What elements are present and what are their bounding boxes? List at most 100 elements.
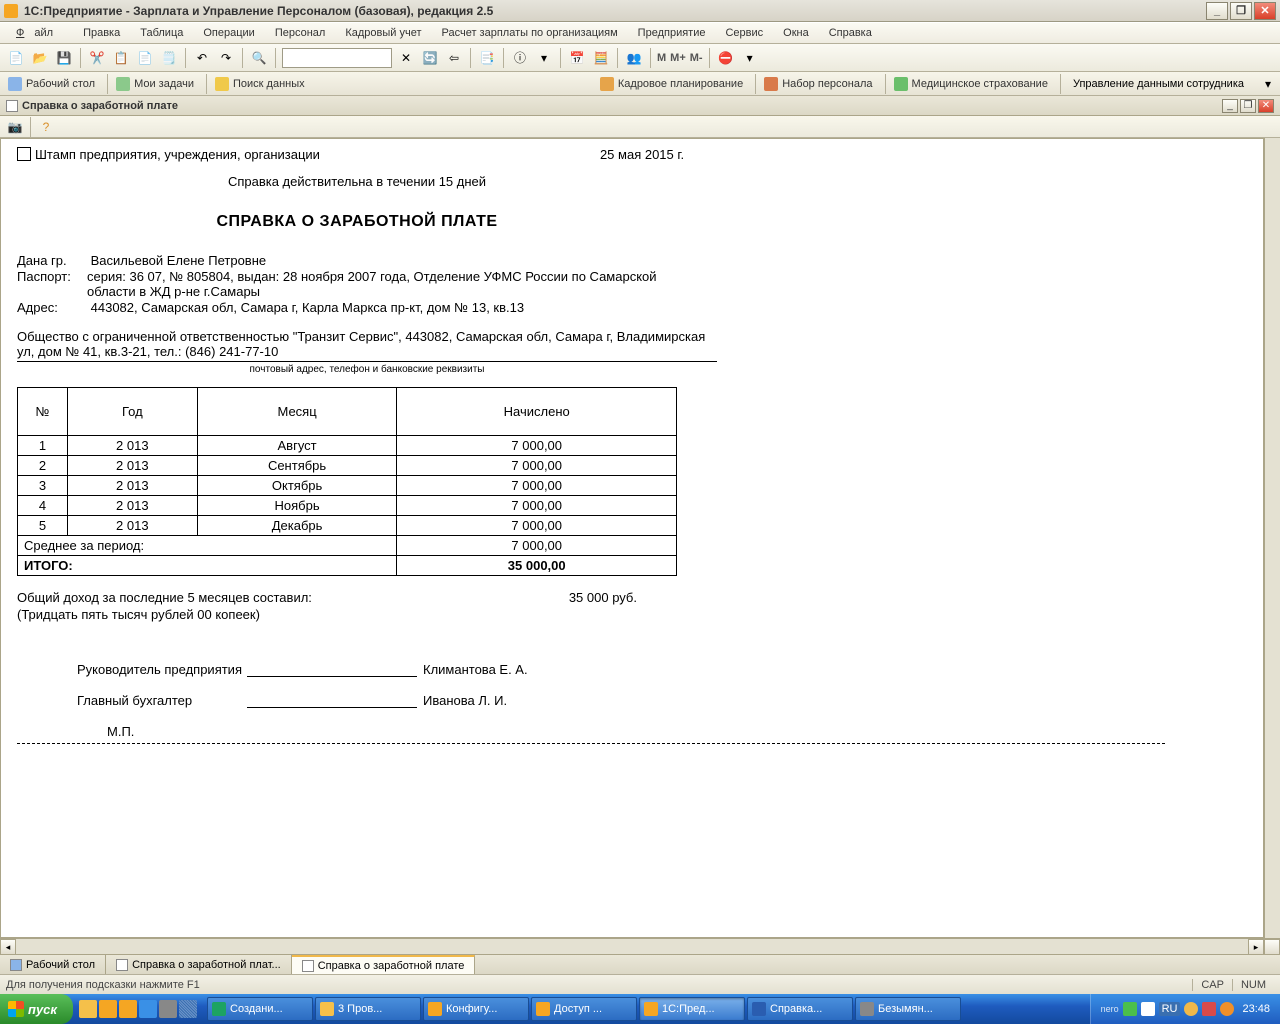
stamp-text: Штамп предприятия, учреждения, организац… — [35, 147, 320, 162]
memory-indicator[interactable]: M — [655, 52, 668, 64]
memory-plus[interactable]: M+ — [668, 52, 688, 64]
paste-special-button[interactable]: 🗒️ — [158, 47, 180, 69]
language-indicator[interactable]: RU — [1159, 1002, 1181, 1016]
search-data-button[interactable]: Поиск данных — [211, 75, 313, 93]
nero-icon[interactable]: nero — [1101, 1004, 1119, 1014]
browser-button[interactable]: 📑 — [476, 47, 498, 69]
minimize-button[interactable]: _ — [1206, 2, 1228, 20]
info-button[interactable]: ⓘ — [509, 47, 531, 69]
menu-enterprise[interactable]: Предприятие — [628, 25, 716, 41]
clear-search-button[interactable]: ✕ — [395, 47, 417, 69]
menu-help[interactable]: Справка — [819, 25, 882, 41]
mytasks-label: Мои задачи — [134, 78, 194, 90]
ql-icon[interactable] — [159, 1000, 177, 1018]
director-signature-line — [247, 676, 417, 677]
tray-icon[interactable] — [1220, 1002, 1234, 1016]
th-number: № — [18, 388, 68, 436]
menu-hr[interactable]: Кадровый учет — [335, 25, 431, 41]
tab-icon — [116, 959, 128, 971]
maximize-button[interactable]: ❐ — [1230, 2, 1252, 20]
employee-data-button[interactable]: Управление данными сотрудника — [1065, 76, 1252, 92]
menu-table[interactable]: Таблица — [130, 25, 193, 41]
th-month: Месяц — [197, 388, 397, 436]
scroll-left-button[interactable]: ◂ — [0, 939, 16, 955]
medical-insurance-button[interactable]: Медицинское страхование — [890, 75, 1056, 93]
stamp-checkbox[interactable] — [17, 147, 31, 161]
menu-edit[interactable]: Правка — [73, 25, 130, 41]
recruitment-button[interactable]: Набор персонала — [760, 75, 880, 93]
task-label: Справка... — [770, 1003, 822, 1015]
menu-operations[interactable]: Операции — [193, 25, 264, 41]
task-word[interactable]: Справка... — [747, 997, 853, 1021]
save-button[interactable]: 💾 — [53, 47, 75, 69]
refresh-button[interactable]: 🔄 — [419, 47, 441, 69]
ql-grip[interactable] — [179, 1000, 197, 1018]
tray-icon[interactable] — [1202, 1002, 1216, 1016]
undo-button[interactable]: ↶ — [191, 47, 213, 69]
doc-minimize-button[interactable]: _ — [1222, 99, 1238, 113]
doc-close-button[interactable]: ✕ — [1258, 99, 1274, 113]
menu-file[interactable]: Файл — [6, 25, 73, 41]
task-label: 1С:Пред... — [662, 1003, 715, 1015]
tab-report-2[interactable]: Справка о заработной плате — [292, 955, 476, 974]
close-button[interactable]: ✕ — [1254, 2, 1276, 20]
cut-button[interactable]: ✂️ — [86, 47, 108, 69]
ql-icon[interactable] — [99, 1000, 117, 1018]
ql-icon[interactable] — [139, 1000, 157, 1018]
menu-personnel[interactable]: Персонал — [265, 25, 336, 41]
start-button[interactable]: пуск — [0, 994, 73, 1024]
tray-icon[interactable] — [1123, 1002, 1137, 1016]
help-button[interactable]: ? — [36, 117, 56, 137]
toolbar-overflow-icon[interactable]: ▾ — [1261, 77, 1275, 91]
separator — [470, 48, 471, 68]
new-button[interactable]: 📄 — [5, 47, 27, 69]
mytasks-button[interactable]: Мои задачи — [112, 75, 202, 93]
avg-value: 7 000,00 — [397, 536, 677, 556]
medins-label: Медицинское страхование — [912, 78, 1048, 90]
redo-button[interactable]: ↷ — [215, 47, 237, 69]
tray-icon[interactable] — [1184, 1002, 1198, 1016]
nav-back-button[interactable]: ⇦ — [443, 47, 465, 69]
menu-service[interactable]: Сервис — [715, 25, 773, 41]
desktop-button[interactable]: Рабочий стол — [4, 75, 103, 93]
task-config[interactable]: Конфигу... — [423, 997, 529, 1021]
dropdown-info-button[interactable]: ▾ — [533, 47, 555, 69]
ql-icon[interactable] — [79, 1000, 97, 1018]
search-input[interactable] — [282, 48, 392, 68]
scroll-right-button[interactable]: ▸ — [1248, 939, 1264, 955]
horizontal-scrollbar[interactable]: ◂ ▸ — [0, 938, 1280, 954]
scroll-track[interactable] — [16, 939, 1248, 954]
total-value: 35 000,00 — [397, 556, 677, 576]
copy-button[interactable]: 📋 — [110, 47, 132, 69]
calendar-button[interactable]: 📅 — [566, 47, 588, 69]
find-button[interactable]: 🔍 — [248, 47, 270, 69]
tab-desktop[interactable]: Рабочий стол — [0, 955, 106, 974]
report-title: СПРАВКА О ЗАРАБОТНОЙ ПЛАТЕ — [17, 213, 697, 231]
menu-windows[interactable]: Окна — [773, 25, 819, 41]
users-button[interactable]: 👥 — [623, 47, 645, 69]
paste-button[interactable]: 📄 — [134, 47, 156, 69]
print-preview-button[interactable]: 📷 — [5, 117, 25, 137]
task-chrome[interactable]: Создани... — [207, 997, 313, 1021]
task-1c[interactable]: 1С:Пред... — [639, 997, 745, 1021]
memory-minus[interactable]: M- — [688, 52, 705, 64]
menu-payroll[interactable]: Расчет зарплаты по организациям — [432, 25, 628, 41]
calc-button[interactable]: 🧮 — [590, 47, 612, 69]
tab-report-1[interactable]: Справка о заработной плат... — [106, 955, 292, 974]
ql-icon[interactable] — [119, 1000, 137, 1018]
hr-planning-button[interactable]: Кадровое планирование — [596, 75, 751, 93]
resize-grip[interactable] — [1264, 939, 1280, 955]
task-untitled[interactable]: Безымян... — [855, 997, 961, 1021]
task-icon — [536, 1002, 550, 1016]
clock[interactable]: 23:48 — [1238, 1003, 1274, 1015]
document-viewport[interactable]: Штамп предприятия, учреждения, организац… — [0, 138, 1264, 938]
doc-restore-button[interactable]: ❐ — [1240, 99, 1256, 113]
given-name: Васильевой Елене Петровне — [91, 253, 267, 268]
dropdown-button[interactable]: ▾ — [739, 47, 761, 69]
task-explorer[interactable]: 3 Пров... — [315, 997, 421, 1021]
task-access[interactable]: Доступ ... — [531, 997, 637, 1021]
tray-icon[interactable] — [1141, 1002, 1155, 1016]
stop-button[interactable]: ⛔ — [715, 47, 737, 69]
vertical-scrollbar[interactable] — [1264, 138, 1280, 938]
open-button[interactable]: 📂 — [29, 47, 51, 69]
